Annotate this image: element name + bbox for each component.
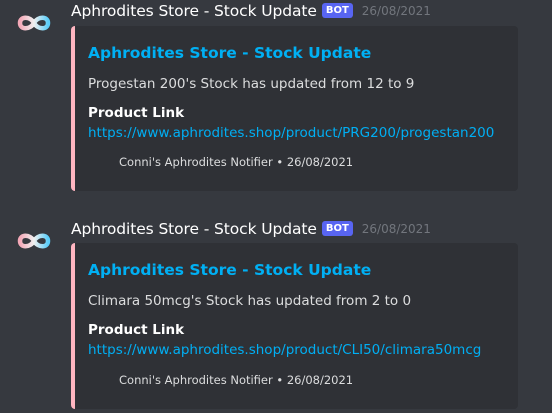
embed-description: Progestan 200's Stock has updated from 1… <box>88 76 415 92</box>
timestamp[interactable]: 26/08/2021 <box>362 4 431 18</box>
embed: Aphrodites Store - Stock Update Climara … <box>71 243 518 409</box>
embed-title[interactable]: Aphrodites Store - Stock Update <box>88 261 371 279</box>
field-name: Product Link <box>88 105 185 121</box>
message-header: Aphrodites Store - Stock Update BOT 26/0… <box>71 2 431 20</box>
avatar[interactable] <box>14 221 54 261</box>
embed-footer: Conni's Aphrodites Notifier • 26/08/2021 <box>119 155 354 169</box>
bot-tag: BOT <box>321 220 353 236</box>
message: Aphrodites Store - Stock Update BOT 26/0… <box>0 218 552 413</box>
username[interactable]: Aphrodites Store - Stock Update <box>71 220 317 238</box>
username[interactable]: Aphrodites Store - Stock Update <box>71 2 317 20</box>
timestamp[interactable]: 26/08/2021 <box>362 222 431 236</box>
avatar[interactable] <box>14 3 54 43</box>
message-header: Aphrodites Store - Stock Update BOT 26/0… <box>71 220 431 238</box>
infinity-icon <box>17 233 51 249</box>
infinity-icon <box>17 15 51 31</box>
embed: Aphrodites Store - Stock Update Progesta… <box>71 26 518 191</box>
product-link[interactable]: https://www.aphrodites.shop/product/CLI5… <box>88 342 481 358</box>
embed-footer: Conni's Aphrodites Notifier • 26/08/2021 <box>119 373 354 387</box>
bot-tag: BOT <box>321 2 353 18</box>
field-name: Product Link <box>88 322 185 338</box>
embed-title[interactable]: Aphrodites Store - Stock Update <box>88 44 371 62</box>
product-link[interactable]: https://www.aphrodites.shop/product/PRG2… <box>88 125 494 141</box>
embed-description: Climara 50mcg's Stock has updated from 2… <box>88 293 412 309</box>
message: Aphrodites Store - Stock Update BOT 26/0… <box>0 0 552 200</box>
